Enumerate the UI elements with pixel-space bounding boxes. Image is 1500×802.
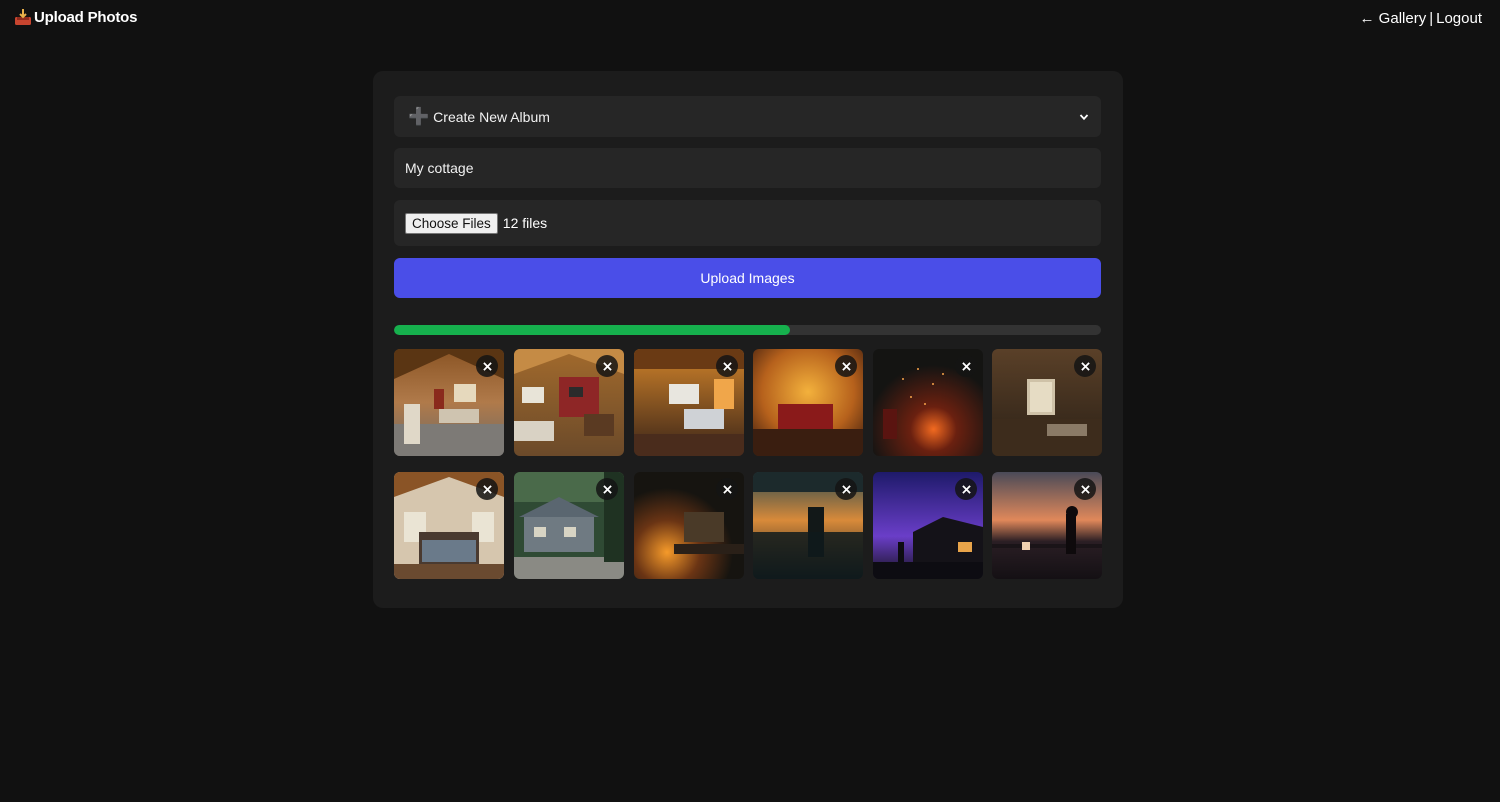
top-bar: Upload Photos ← Gallery | Logout: [0, 0, 1500, 44]
thumbnail-image: [873, 349, 983, 456]
page-title: Upload Photos: [34, 8, 138, 26]
close-icon: [482, 484, 492, 494]
remove-image-button[interactable]: [596, 478, 618, 500]
remove-image-button[interactable]: [955, 478, 977, 500]
thumbnail-image: [992, 472, 1102, 579]
remove-image-button[interactable]: [835, 355, 857, 377]
close-icon: [482, 361, 492, 371]
close-icon: [1080, 484, 1090, 494]
remove-image-button[interactable]: [716, 355, 738, 377]
file-count: 12 files: [502, 215, 548, 231]
top-nav: ← Gallery | Logout: [1360, 10, 1482, 27]
thumbnail-image: [514, 349, 624, 456]
choose-files-button[interactable]: Choose Files: [405, 212, 498, 234]
remove-image-button[interactable]: [1074, 355, 1096, 377]
thumbnail-image: [634, 349, 744, 456]
close-icon: [722, 484, 732, 494]
remove-image-button[interactable]: [476, 478, 498, 500]
remove-image-button[interactable]: [955, 355, 977, 377]
album-select-label: Create New Album: [433, 108, 550, 125]
brand: Upload Photos: [14, 8, 137, 26]
close-icon: [602, 361, 612, 371]
thumbnail-image: [514, 472, 624, 579]
album-select[interactable]: ➕ Create New Album: [394, 96, 1101, 137]
close-icon: [1080, 361, 1090, 371]
album-name-input[interactable]: My cottage: [394, 148, 1101, 188]
thumbnail-image: [873, 472, 983, 579]
close-icon: [841, 361, 851, 371]
close-icon: [841, 484, 851, 494]
remove-image-button[interactable]: [476, 355, 498, 377]
close-icon: [961, 361, 971, 371]
remove-image-button[interactable]: [596, 355, 618, 377]
album-name-value: My cottage: [405, 160, 474, 176]
thumbnail-image: [992, 349, 1102, 456]
thumbnail-image: [753, 349, 863, 456]
upload-images-button[interactable]: Upload Images: [394, 258, 1101, 298]
thumbnail-image: [634, 472, 744, 579]
thumbnail-image: [394, 472, 504, 579]
file-input[interactable]: Choose Files 12 files: [394, 200, 1101, 246]
close-icon: [602, 484, 612, 494]
gallery-link[interactable]: ← Gallery: [1360, 10, 1427, 27]
nav-separator: |: [1429, 10, 1434, 27]
album-select-value: ➕ Create New Album: [408, 107, 550, 127]
remove-image-button[interactable]: [716, 478, 738, 500]
plus-icon: ➕: [408, 106, 430, 126]
close-icon: [722, 361, 732, 371]
upload-progress-bar: [394, 325, 1101, 335]
thumbnail-image: [753, 472, 863, 579]
upload-card: ➕ Create New Album My cottage Choose Fil…: [373, 71, 1123, 608]
inbox-tray-icon: [14, 8, 32, 26]
remove-image-button[interactable]: [835, 478, 857, 500]
thumbnail-image: [394, 349, 504, 456]
chevron-down-icon: [1079, 113, 1089, 120]
close-icon: [961, 484, 971, 494]
upload-progress-fill: [394, 325, 790, 335]
remove-image-button[interactable]: [1074, 478, 1096, 500]
logout-link[interactable]: Logout: [1436, 10, 1482, 27]
